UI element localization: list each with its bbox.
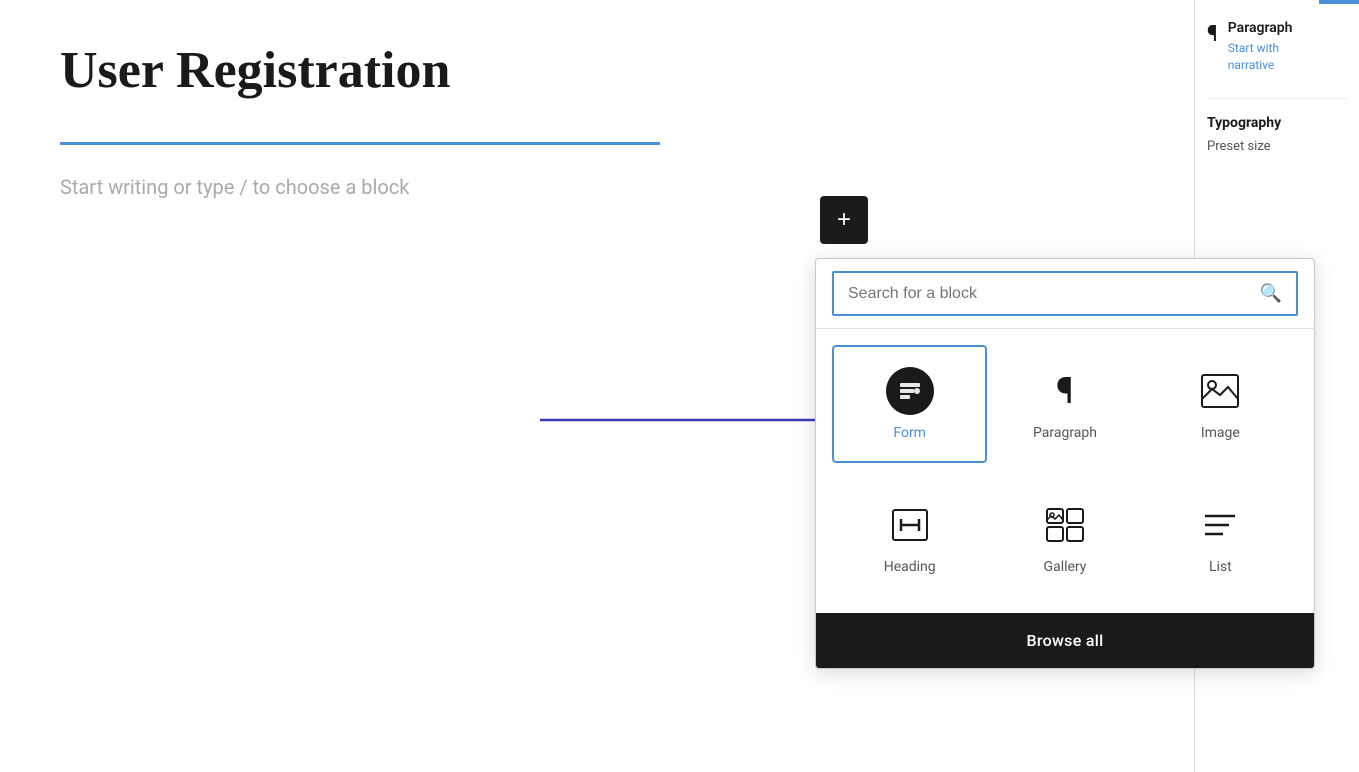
block-item-gallery[interactable]: Gallery: [987, 479, 1142, 597]
add-block-button[interactable]: +: [820, 196, 868, 244]
paragraph-sidebar-desc: Start withnarrative: [1228, 40, 1293, 74]
plus-icon: +: [837, 206, 851, 234]
gallery-svg-icon: [1045, 507, 1085, 543]
form-block-label: Form: [893, 425, 926, 441]
search-container: 🔍: [816, 259, 1314, 329]
image-svg-icon: [1200, 373, 1240, 409]
image-block-icon: [1196, 367, 1244, 415]
list-svg-icon: [1201, 507, 1239, 543]
block-item-heading[interactable]: Heading: [832, 479, 987, 597]
block-item-list[interactable]: List: [1143, 479, 1298, 597]
search-input[interactable]: [848, 285, 1250, 303]
paragraph-sidebar-item: ¶ Paragraph Start withnarrative: [1207, 20, 1347, 74]
typography-label: Typography: [1207, 115, 1347, 131]
heading-block-label: Heading: [884, 559, 936, 575]
browse-all-bar[interactable]: Browse all: [816, 613, 1314, 668]
preset-size-label: Preset size: [1207, 139, 1347, 154]
gallery-block-label: Gallery: [1044, 559, 1087, 575]
paragraph-sidebar-icon: ¶: [1207, 22, 1218, 47]
placeholder-text: Start writing or type / to choose a bloc…: [60, 175, 1140, 199]
paragraph-block-icon: ¶: [1041, 367, 1089, 415]
blocks-grid-row1: Form ¶ Paragraph Image: [816, 329, 1314, 479]
right-panel-content: ¶ Paragraph Start withnarrative Typograp…: [1195, 4, 1359, 186]
form-icon-bg: [886, 367, 934, 415]
list-block-label: List: [1209, 559, 1232, 575]
blocks-grid-row2: Heading Gallery: [816, 479, 1314, 613]
typography-section: Typography Preset size: [1207, 98, 1347, 154]
gallery-block-icon: [1041, 501, 1089, 549]
block-picker: 🔍 Form ¶ Paragraph: [815, 258, 1315, 669]
block-item-form[interactable]: Form: [832, 345, 987, 463]
image-block-label: Image: [1201, 425, 1240, 441]
block-item-paragraph[interactable]: ¶ Paragraph: [987, 345, 1142, 463]
list-block-icon: [1196, 501, 1244, 549]
heading-svg-icon: [891, 507, 929, 543]
paragraph-block-label: Paragraph: [1033, 425, 1097, 441]
divider: [60, 142, 660, 145]
search-icon: 🔍: [1260, 283, 1282, 304]
paragraph-sidebar-text: Paragraph Start withnarrative: [1228, 20, 1293, 74]
page-title: User Registration: [60, 40, 1140, 102]
search-box: 🔍: [832, 271, 1298, 316]
block-item-image[interactable]: Image: [1143, 345, 1298, 463]
paragraph-sidebar-title: Paragraph: [1228, 20, 1293, 36]
paragraph-icon: ¶: [1056, 370, 1074, 412]
heading-block-icon: [886, 501, 934, 549]
form-svg-icon: [896, 377, 924, 405]
form-block-icon: [886, 367, 934, 415]
